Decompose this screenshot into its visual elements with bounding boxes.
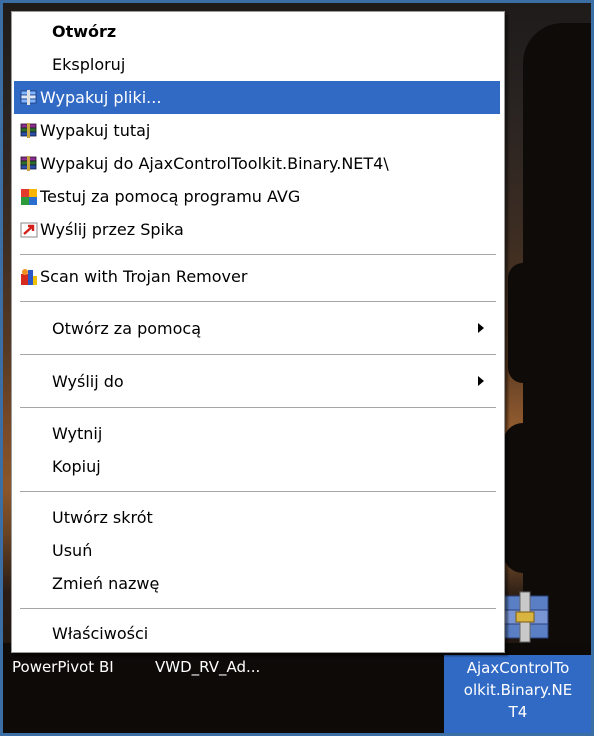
submenu-arrow-icon bbox=[478, 376, 484, 386]
tree-silhouette bbox=[503, 423, 543, 573]
menu-item-extract-to-folder[interactable]: Wypakuj do AjaxControlToolkit.Binary.NET… bbox=[14, 147, 500, 180]
menu-separator bbox=[20, 301, 496, 303]
menu-item-send-spik[interactable]: Wyślij przez Spika bbox=[14, 213, 500, 246]
icon-label-line: T4 bbox=[508, 703, 528, 721]
menu-item-avg-scan[interactable]: Testuj za pomocą programu AVG bbox=[14, 180, 500, 213]
winrar-icon bbox=[20, 155, 37, 171]
selected-desktop-icon-label[interactable]: AjaxControlTo olkit.Binary.NE T4 bbox=[444, 655, 591, 733]
menu-item-label: Scan with Trojan Remover bbox=[40, 267, 248, 286]
trojan-remover-icon bbox=[21, 268, 37, 285]
menu-item-label: Testuj za pomocą programu AVG bbox=[40, 187, 301, 206]
menu-item-delete[interactable]: Usuń bbox=[14, 534, 500, 567]
menu-item-label: Wypakuj pliki... bbox=[40, 88, 162, 107]
menu-item-label: Wyślij do bbox=[52, 372, 124, 391]
menu-separator bbox=[20, 254, 496, 256]
menu-item-label: Usuń bbox=[52, 541, 93, 560]
spik-icon bbox=[20, 222, 38, 237]
menu-item-send-to[interactable]: Wyślij do bbox=[14, 365, 500, 398]
menu-item-properties[interactable]: Właściwości bbox=[14, 617, 500, 650]
tree-silhouette bbox=[508, 263, 538, 383]
menu-item-rename[interactable]: Zmień nazwę bbox=[14, 567, 500, 600]
menu-item-copy[interactable]: Kopiuj bbox=[14, 450, 500, 483]
menu-separator bbox=[20, 491, 496, 493]
icon-label-line: AjaxControlTo bbox=[466, 659, 570, 677]
menu-item-label: Właściwości bbox=[52, 624, 149, 643]
menu-item-label: Otwórz bbox=[52, 22, 117, 41]
winrar-archive-icon[interactable] bbox=[500, 588, 552, 646]
menu-item-label: Wyślij przez Spika bbox=[40, 220, 184, 239]
menu-item-extract-files[interactable]: Wypakuj pliki... bbox=[14, 81, 500, 114]
menu-item-extract-here[interactable]: Wypakuj tutaj bbox=[14, 114, 500, 147]
menu-item-label: Zmień nazwę bbox=[52, 574, 160, 593]
menu-item-label: Wypakuj do AjaxControlToolkit.Binary.NET… bbox=[40, 154, 389, 173]
menu-item-cut[interactable]: Wytnij bbox=[14, 417, 500, 450]
desktop-icon-label[interactable]: VWD_RV_Ad... bbox=[155, 658, 260, 676]
screenshot-frame: PowerPivot BI VWD_RV_Ad... AjaxControlTo… bbox=[0, 0, 594, 736]
submenu-arrow-icon bbox=[478, 323, 484, 333]
menu-item-label: Eksploruj bbox=[52, 55, 126, 74]
menu-item-label: Kopiuj bbox=[52, 457, 101, 476]
menu-item-create-shortcut[interactable]: Utwórz skrót bbox=[14, 501, 500, 534]
menu-separator bbox=[20, 407, 496, 409]
desktop-icon-label[interactable]: PowerPivot BI bbox=[12, 658, 114, 676]
winrar-extract-icon bbox=[20, 89, 37, 105]
winrar-icon bbox=[20, 122, 37, 138]
menu-item-trojan-remover[interactable]: Scan with Trojan Remover bbox=[14, 260, 500, 293]
avg-icon bbox=[21, 188, 37, 205]
menu-item-label: Wytnij bbox=[52, 424, 103, 443]
icon-label-line: olkit.Binary.NE bbox=[463, 681, 573, 699]
menu-item-label: Wypakuj tutaj bbox=[40, 121, 151, 140]
context-menu: Otwórz Eksploruj Wypakuj pliki... Wypaku… bbox=[11, 11, 505, 653]
menu-item-label: Utwórz skrót bbox=[52, 508, 153, 527]
menu-item-label: Otwórz za pomocą bbox=[52, 319, 202, 338]
menu-item-open[interactable]: Otwórz bbox=[14, 15, 500, 48]
menu-separator bbox=[20, 354, 496, 356]
menu-separator bbox=[20, 608, 496, 610]
menu-item-explore[interactable]: Eksploruj bbox=[14, 48, 500, 81]
menu-item-open-with[interactable]: Otwórz za pomocą bbox=[14, 312, 500, 345]
